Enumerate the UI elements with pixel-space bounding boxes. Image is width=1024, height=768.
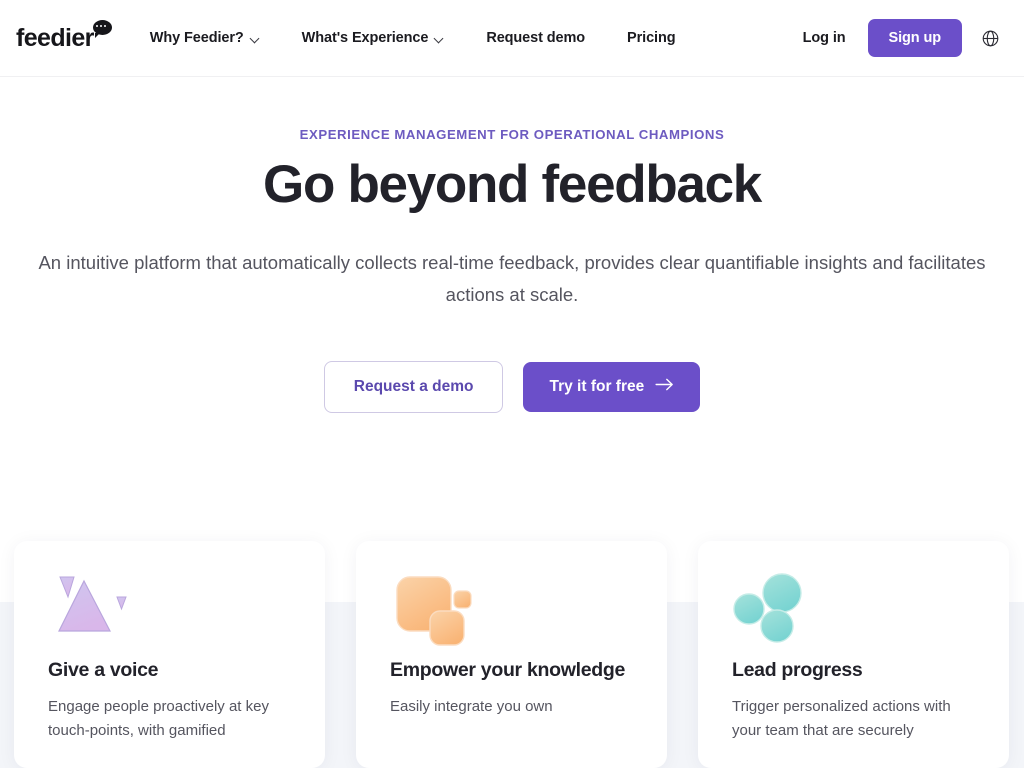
hero-eyebrow: EXPERIENCE MANAGEMENT FOR OPERATIONAL CH… [299,127,725,142]
nav-item-whats-experience[interactable]: What's Experience [281,30,466,46]
nav-label: What's Experience [301,30,429,46]
hero-subtitle: An intuitive platform that automatically… [38,252,986,306]
nav-item-why-feedier[interactable]: Why Feedier? [150,30,281,46]
speech-bubble-dots-icon [92,19,112,38]
request-demo-button[interactable]: Request a demo [323,360,504,413]
nav-label: Request demo [486,30,586,46]
feature-card-desc: Engage people proactively at key touch-p… [48,698,269,739]
feature-card-give-a-voice[interactable]: Give a voice Engage people proactively a… [14,541,325,768]
hero-cta-row: Request a demo Try it for free [0,360,1024,413]
primary-nav: Why Feedier? What's Experience Request d… [150,30,697,46]
site-header: feedier Why Feedier? What's Experience R… [0,0,1024,77]
feature-card-title: Give a voice [48,659,159,681]
nav-item-request-demo[interactable]: Request demo [465,30,606,46]
chevron-down-icon [435,34,444,43]
globe-icon[interactable] [980,28,1000,48]
hero-section: EXPERIENCE MANAGEMENT FOR OPERATIONAL CH… [0,77,1024,413]
try-free-label: Try it for free [549,377,645,395]
feature-card-lead-progress[interactable]: Lead progress Trigger personalized actio… [698,541,1009,768]
nav-label: Pricing [627,30,676,46]
circles-icon [732,569,975,655]
rounded-squares-icon [390,569,633,655]
feature-cards: Give a voice Engage people proactively a… [14,541,1010,768]
page-title: Go beyond feedback [263,155,762,214]
nav-item-pricing[interactable]: Pricing [606,30,696,46]
feature-card-desc: Easily integrate you own [390,698,553,716]
nav-label: Why Feedier? [149,30,244,46]
signup-button[interactable]: Sign up [867,19,962,57]
login-link[interactable]: Log in [803,30,846,46]
arrow-right-icon [655,378,674,396]
page-root: feedier Why Feedier? What's Experience R… [0,0,1024,768]
triangles-icon [48,569,291,655]
try-free-button[interactable]: Try it for free [523,361,701,412]
feature-card-title: Lead progress [732,659,863,681]
feature-card-empower-your-knowledge[interactable]: Empower your knowledge Easily integrate … [356,541,667,768]
chevron-down-icon [251,34,260,43]
feature-card-desc: Trigger personalized actions with your t… [732,698,951,739]
logo[interactable]: feedier [16,19,112,52]
feature-card-title: Empower your knowledge [390,659,626,681]
logo-text: feedier [16,23,94,52]
